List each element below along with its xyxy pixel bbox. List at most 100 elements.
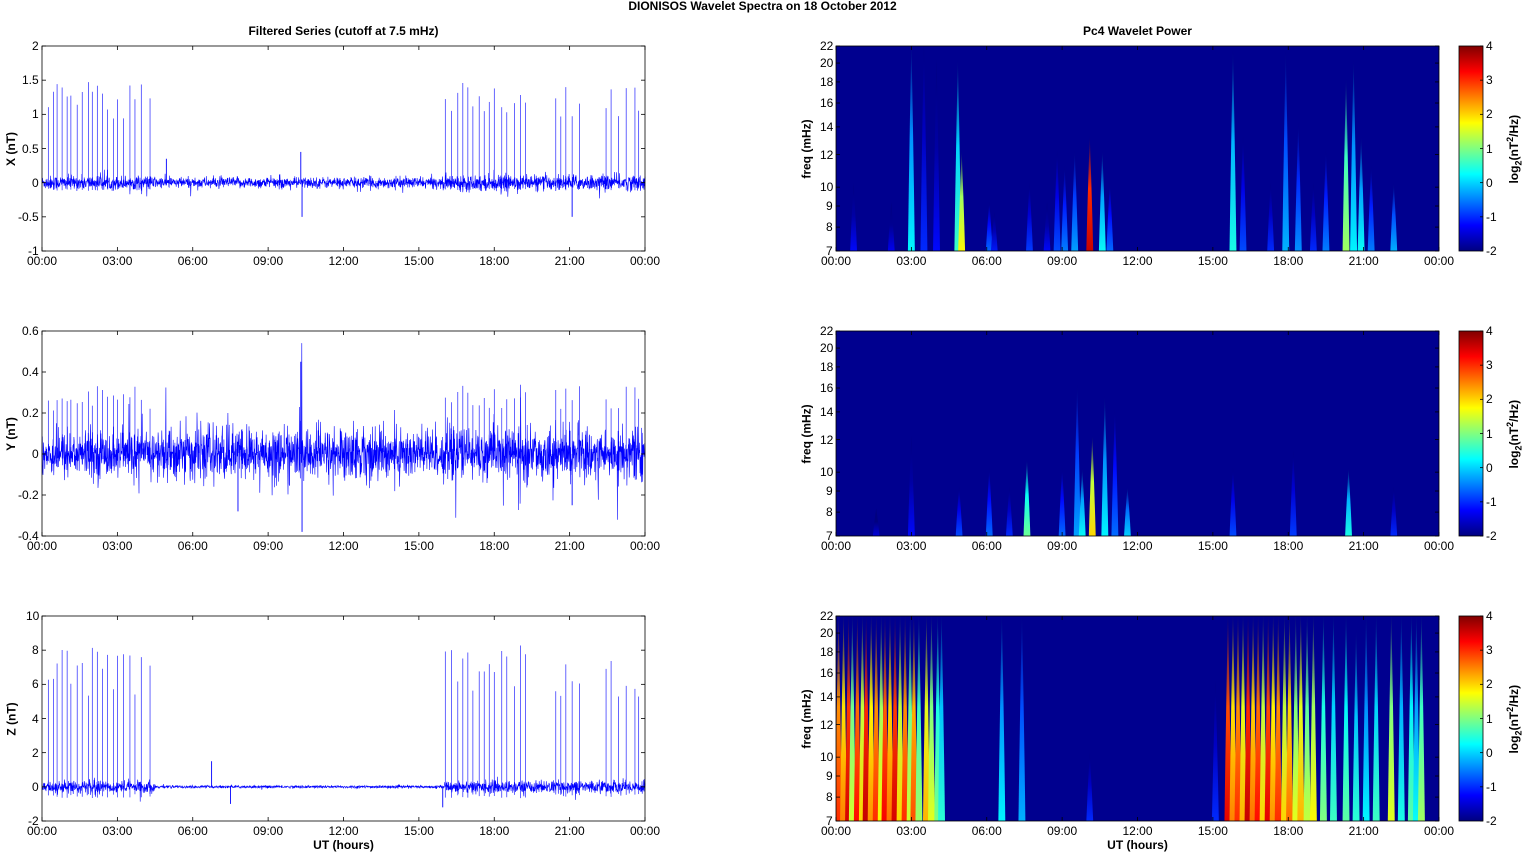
xtick-label: 03:00 [102,254,133,268]
colorbar-label: log2(nT2/Hz) [1504,399,1524,469]
xtick-label: 03:00 [102,824,133,838]
ytick-label: 18 [820,359,834,374]
xtick-label: 06:00 [971,539,1002,553]
ytick-label: 0 [32,447,39,461]
colorbar-tick-label: 3 [1486,643,1493,658]
ytick-label: 18 [820,644,834,659]
xtick-label: 18:00 [479,539,510,553]
ylabel-y_wavelet: freq (mHz) [799,403,814,464]
ytick-label: 12 [820,147,834,162]
xtick-label: 09:00 [253,539,284,553]
ytick-label: 7 [826,529,833,543]
ytick-label: 0 [32,779,39,794]
ylabel-z_series: Z (nT) [4,701,19,736]
ylabel-y_series: Y (nT) [3,416,18,451]
xtick-label: 06:00 [971,254,1002,268]
trace-x_series [41,169,646,199]
xtick-label: 18:00 [1273,539,1304,553]
xtick-label: 21:00 [1348,824,1379,838]
colorbar-tick-label: 3 [1486,73,1493,88]
left-xlabel: UT (hours) [313,838,374,852]
xtick-label: 21:00 [1348,254,1379,268]
xtick-label: 12:00 [328,539,359,553]
xtick-label: 21:00 [554,539,585,553]
ytick-label: 1 [32,107,39,122]
colorbar-tick-label: -2 [1486,814,1497,828]
ytick-label: 8 [826,505,833,520]
colorbar-tick-label: 4 [1486,324,1493,338]
axes-box-z_series [41,615,646,822]
ytick-label: 20 [820,56,834,71]
ylabel-z_wavelet: freq (mHz) [799,688,814,749]
xtick-label: 09:00 [1047,824,1078,838]
colorbar-y_wavelet [1458,330,1484,537]
ylabel-x_wavelet: freq (mHz) [799,118,814,179]
ytick-label: 9 [826,769,833,783]
colorbar-tick-label: -1 [1486,209,1497,224]
xtick-label: 00:00 [1424,254,1455,268]
right-column-title: Pc4 Wavelet Power [1083,24,1192,38]
xtick-label: 15:00 [403,254,434,268]
xtick-label: 06:00 [177,539,208,553]
ytick-label: -1 [28,244,39,258]
ytick-label: 1.5 [22,73,39,88]
ytick-label: 0.4 [22,365,39,379]
colorbar-tick-label: 0 [1486,745,1493,760]
xtick-label: 12:00 [328,824,359,838]
xtick-label: 12:00 [1122,824,1153,838]
ytick-label: 12 [820,717,834,732]
xtick-label: 03:00 [896,539,927,553]
ytick-label: 22 [820,609,834,623]
ytick-label: 20 [820,626,834,641]
figure-title: DIONISOS Wavelet Spectra on 18 October 2… [628,0,897,13]
xtick-label: 21:00 [1348,539,1379,553]
ytick-label: 9 [826,484,833,498]
colorbar-tick-label: 1 [1486,141,1493,156]
ytick-label: 16 [820,381,834,395]
colorbar-z_wavelet [1458,615,1484,822]
xtick-label: 15:00 [1197,539,1228,553]
xtick-label: 09:00 [253,824,284,838]
ytick-label: 16 [820,666,834,680]
right-xlabel: UT (hours) [1107,838,1168,852]
xtick-label: 18:00 [479,824,510,838]
ytick-label: 20 [820,341,834,356]
ytick-label: -2 [28,814,39,828]
colorbar-tick-label: 1 [1486,711,1493,726]
ytick-label: 18 [820,74,834,89]
ytick-label: 2 [32,745,39,760]
xtick-label: 15:00 [1197,254,1228,268]
ytick-label: 8 [826,220,833,235]
colorbar-x_wavelet [1458,45,1484,252]
xtick-label: 09:00 [1047,254,1078,268]
left-column-title: Filtered Series (cutoff at 7.5 mHz) [248,24,439,38]
xtick-label: 00:00 [630,824,661,838]
ytick-label: 0.6 [22,324,39,338]
ytick-label: 6 [32,677,39,692]
colorbar-tick-label: 2 [1486,107,1493,122]
xtick-label: 03:00 [102,539,133,553]
xtick-label: 09:00 [253,254,284,268]
axes-box-x_series [41,45,646,252]
xtick-label: 12:00 [1122,539,1153,553]
ytick-label: 14 [820,689,834,704]
xtick-label: 03:00 [896,824,927,838]
colorbar-tick-label: 2 [1486,677,1493,692]
ytick-label: 7 [826,814,833,828]
xtick-label: 03:00 [896,254,927,268]
ytick-label: 8 [826,790,833,805]
xtick-label: 21:00 [554,254,585,268]
colorbar-tick-label: 4 [1486,609,1493,623]
axes-box-y_series [41,330,646,537]
ytick-label: 12 [820,432,834,447]
xtick-label: 15:00 [1197,824,1228,838]
ytick-label: -0.2 [18,488,39,502]
colorbar-tick-label: 0 [1486,175,1493,190]
xtick-label: 15:00 [403,539,434,553]
ytick-label: 16 [820,96,834,110]
ytick-label: 10 [26,609,40,623]
xtick-label: 18:00 [479,254,510,268]
xtick-label: 00:00 [630,539,661,553]
ytick-label: 7 [826,244,833,258]
colorbar-tick-label: -2 [1486,244,1497,258]
